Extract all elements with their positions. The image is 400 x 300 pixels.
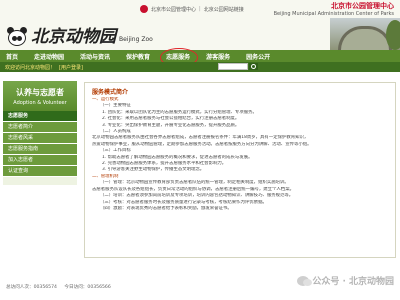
gov-link[interactable]: 北京市公园管理中心 xyxy=(151,6,196,13)
wechat-icon xyxy=(297,275,313,286)
search-icon[interactable] xyxy=(249,63,258,70)
visit-stats: 总访问人次：00356574 今日访问：00356566 xyxy=(6,284,117,290)
page-title: 服务模式简介 xyxy=(92,89,129,96)
sidebar: 认养与志愿者 Adoption & Volunteer 志愿服务 志愿者简介 志… xyxy=(3,81,77,185)
nav-item-home[interactable]: 首页 xyxy=(6,52,18,61)
stat-total: 总访问人次：00356574 xyxy=(6,285,57,290)
gov-emblem-icon xyxy=(140,5,148,13)
stat-today: 今日访问：00356566 xyxy=(64,285,111,290)
content-panel: 服务模式简介 一、运行模式 （一）主要特征 1. 团队化：采取以团队化为主的志愿服务… xyxy=(84,82,396,258)
nav-item-affairs[interactable]: 园务公开 xyxy=(246,52,270,61)
nav-item-volunteer[interactable]: 志愿服务 xyxy=(160,47,199,67)
site-header: 北京动物园 Beijing Zoo 北京市公园管理中心 | 北京公园网站链接 北… xyxy=(0,0,400,50)
search-input[interactable] xyxy=(218,63,248,70)
nav-item-visitor[interactable]: 游客服务 xyxy=(206,52,230,61)
sidebar-item-verify[interactable]: 认证查询 xyxy=(3,166,77,177)
footer: 总访问人次：00356574 今日访问：00356566 公众号 · 北京动物园 xyxy=(0,266,400,300)
logo-text: 北京动物园 xyxy=(31,27,116,47)
gov-title-en: Beijing Municipal Administration Center … xyxy=(273,11,394,17)
sidebar-item-intro[interactable]: 志愿者简介 xyxy=(3,122,77,133)
sidebar-title: 认养与志愿者 xyxy=(16,88,64,97)
logo-en-text: Beijing Zoo xyxy=(119,36,153,43)
panda-logo-icon xyxy=(6,26,28,48)
sidebar-item-join[interactable]: 加入志愿者 xyxy=(3,155,77,166)
welcome-bar: 欢迎访问北京动物园！ [用户登录] xyxy=(0,62,400,72)
gov-title[interactable]: 北京市公园管理中心 Beijing Municipal Administrati… xyxy=(274,1,394,17)
header-banner-image xyxy=(330,18,400,50)
nav-item-news[interactable]: 活动与资讯 xyxy=(80,52,110,61)
sidebar-item-showcase[interactable]: 志愿者风采 xyxy=(3,133,77,144)
watermark-text: 公众号 · 北京动物园 xyxy=(312,277,394,287)
welcome-text: 欢迎访问北京动物园！ xyxy=(5,64,56,71)
article-line: （四）激励：对表现优秀的志愿者给予表彰和奖励，颁发荣誉证书。 xyxy=(100,205,232,211)
nav-item-education[interactable]: 保护教育 xyxy=(126,52,150,61)
sidebar-subtitle: Adoption & Volunteer xyxy=(13,100,67,106)
main-nav: 首页 走进动物园 活动与资讯 保护教育 志愿服务 游客服务 园务公开 xyxy=(0,47,400,67)
gov-link-bar: 北京市公园管理中心 | 北京公园网站链接 xyxy=(140,2,247,16)
nav-item-about[interactable]: 走进动物园 xyxy=(34,52,64,61)
gov-link[interactable]: 北京公园网站链接 xyxy=(204,6,244,13)
article-body: 一、运行模式 （一）主要特征 1. 团队化：采取以团队化为主的志愿服务运行模式，实行… xyxy=(92,97,390,212)
wechat-watermark: 公众号 · 北京动物园 xyxy=(297,274,394,287)
sidebar-item-guide[interactable]: 志愿服务指南 xyxy=(3,144,77,155)
sidebar-item-volunteer-service[interactable]: 志愿服务 xyxy=(3,111,77,122)
sidebar-header: 认养与志愿者 Adoption & Volunteer xyxy=(3,81,77,111)
login-link[interactable]: [用户登录] xyxy=(59,64,83,71)
site-logo[interactable]: 北京动物园 Beijing Zoo xyxy=(6,22,153,48)
gov-title-cn: 北京市公园管理中心 xyxy=(331,2,394,10)
